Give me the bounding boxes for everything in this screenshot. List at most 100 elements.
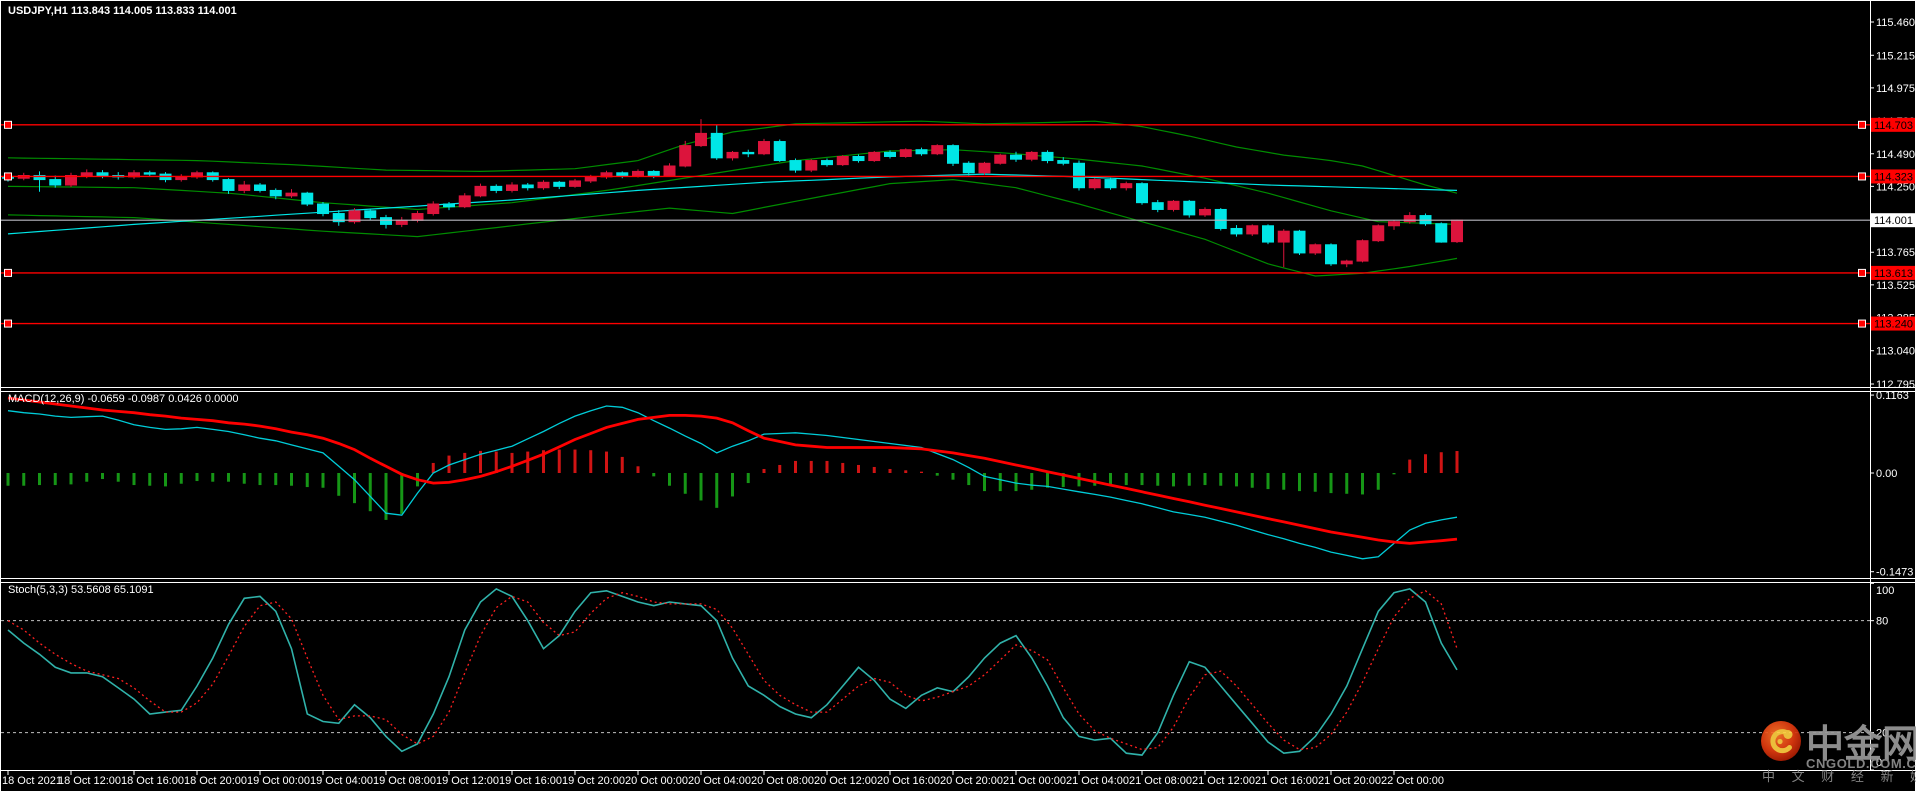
- bull-candle: [758, 141, 770, 155]
- macd-histogram-bar-negative: [1140, 473, 1144, 486]
- macd-histogram-bar-negative: [715, 473, 719, 508]
- bull-candle: [868, 151, 881, 162]
- macd-histogram-bar-negative: [1392, 473, 1396, 475]
- macd-histogram-bar-negative: [1203, 473, 1207, 486]
- macd-histogram-bar-negative: [101, 473, 104, 480]
- macd-histogram-bar-positive: [589, 450, 593, 473]
- macd-histogram-bar-negative: [38, 473, 41, 486]
- macd-histogram-bar-negative: [935, 473, 939, 476]
- time-tick-label: 18 Oct 2021: [2, 775, 62, 787]
- bear-candle: [647, 170, 660, 176]
- line-handle[interactable]: [1858, 268, 1866, 277]
- price-tick-label: 114.975: [1876, 83, 1915, 95]
- macd-histogram-bar-positive: [605, 451, 608, 473]
- macd-histogram-bar-negative: [400, 473, 404, 514]
- macd-histogram-bar-positive: [557, 449, 561, 473]
- bear-candle: [317, 203, 329, 215]
- bear-candle: [1104, 179, 1117, 189]
- macd-histogram-bar-negative: [69, 473, 73, 485]
- bear-candle: [1136, 183, 1148, 204]
- bull-candle: [679, 145, 692, 167]
- time-tick-label: 21 Oct 12:00: [1192, 775, 1255, 787]
- time-tick-label: 20 Oct 08:00: [751, 775, 814, 787]
- macd-histogram-bar-negative: [148, 473, 152, 486]
- bear-candle: [1293, 230, 1306, 254]
- macd-histogram-bar-positive: [573, 449, 577, 473]
- bear-candle: [821, 160, 833, 166]
- macd-histogram-bar-positive: [825, 460, 829, 473]
- line-handle[interactable]: [4, 319, 12, 328]
- level-price-label: 113.240: [1874, 319, 1913, 331]
- macd-histogram-bar-negative: [337, 473, 341, 496]
- macd-histogram-bar-negative: [683, 473, 687, 494]
- bull-candle: [1309, 244, 1322, 254]
- macd-histogram-bar-negative: [1250, 473, 1254, 488]
- bull-candle: [80, 172, 93, 176]
- macd-histogram-bar-positive: [431, 462, 435, 473]
- time-tick-label: 20 Oct 20:00: [940, 775, 1003, 787]
- time-tick-label: 21 Oct 20:00: [1318, 775, 1381, 787]
- bull-candle: [506, 184, 518, 191]
- line-handle[interactable]: [4, 268, 12, 277]
- time-tick-label: 20 Oct 12:00: [814, 775, 877, 787]
- macd-histogram-bar-negative: [951, 473, 955, 480]
- macd-histogram-bar-negative: [305, 473, 309, 488]
- macd-histogram-bar-negative: [132, 473, 136, 486]
- macd-histogram-bar-negative: [1093, 473, 1097, 486]
- bear-candle: [1435, 223, 1448, 243]
- macd-histogram-bar-positive: [841, 462, 845, 473]
- macd-histogram-bar-positive: [762, 468, 766, 473]
- bear-candle: [742, 151, 755, 155]
- price-tick-label: 115.460: [1876, 17, 1915, 29]
- bull-candle: [1372, 225, 1385, 242]
- bull-candle: [458, 195, 471, 208]
- macd-histogram-bar-negative: [1046, 473, 1049, 488]
- line-handle[interactable]: [1858, 319, 1866, 328]
- time-tick-label: 20 Oct 16:00: [877, 775, 940, 787]
- line-handle[interactable]: [1858, 120, 1866, 129]
- macd-histogram-bar-negative: [22, 473, 26, 486]
- bear-candle: [884, 151, 896, 157]
- bear-candle: [301, 192, 314, 205]
- macd-histogram-bar-positive: [857, 464, 860, 473]
- line-handle[interactable]: [4, 172, 12, 181]
- macd-histogram-bar-negative: [668, 473, 671, 486]
- bull-candle: [1120, 183, 1133, 189]
- macd-histogram-bar-negative: [1187, 473, 1191, 486]
- macd-histogram-bar-positive: [1439, 452, 1443, 473]
- stoch-tick-label: 100: [1876, 585, 1894, 597]
- bear-candle: [1325, 244, 1337, 265]
- bull-candle: [584, 176, 597, 182]
- level-price-label: 113.613: [1874, 268, 1913, 280]
- line-handle[interactable]: [4, 120, 12, 129]
- bear-candle: [1057, 160, 1070, 164]
- macd-histogram-bar-negative: [274, 473, 278, 486]
- macd-histogram-bar-negative: [1282, 473, 1286, 490]
- bear-candle: [380, 217, 392, 225]
- macd-histogram-bar-negative: [1235, 473, 1238, 487]
- bull-candle: [931, 145, 944, 155]
- bull-candle: [1451, 219, 1463, 243]
- bear-candle: [789, 160, 802, 171]
- line-handle[interactable]: [1858, 172, 1866, 181]
- macd-histogram-bar-negative: [227, 473, 230, 482]
- cngold-watermark: 中金网 CNGOLD.COM.CN 中 文 财 经 新 媒 体: [1761, 721, 1916, 784]
- bear-candle: [1073, 162, 1085, 189]
- current-price-label: 114.001: [1874, 215, 1913, 227]
- macd-histogram-bar-positive: [809, 460, 813, 473]
- time-tick-label: 21 Oct 00:00: [1003, 775, 1066, 787]
- bear-candle: [49, 179, 62, 186]
- macd-histogram-bar-positive: [920, 471, 923, 473]
- time-tick-label: 19 Oct 12:00: [436, 775, 499, 787]
- macd-histogram-bar-positive: [778, 464, 782, 473]
- macd-histogram-bar-positive: [904, 470, 908, 473]
- bull-candle: [474, 185, 487, 197]
- bear-candle: [962, 162, 975, 174]
- bull-candle: [1388, 221, 1400, 227]
- bull-candle: [805, 160, 818, 171]
- macd-histogram-bar-negative: [1109, 473, 1112, 486]
- macd-histogram-bar-negative: [1345, 473, 1349, 494]
- bear-candle: [553, 181, 566, 187]
- chart-background: [0, 0, 1916, 792]
- time-tick-label: 20 Oct 04:00: [688, 775, 751, 787]
